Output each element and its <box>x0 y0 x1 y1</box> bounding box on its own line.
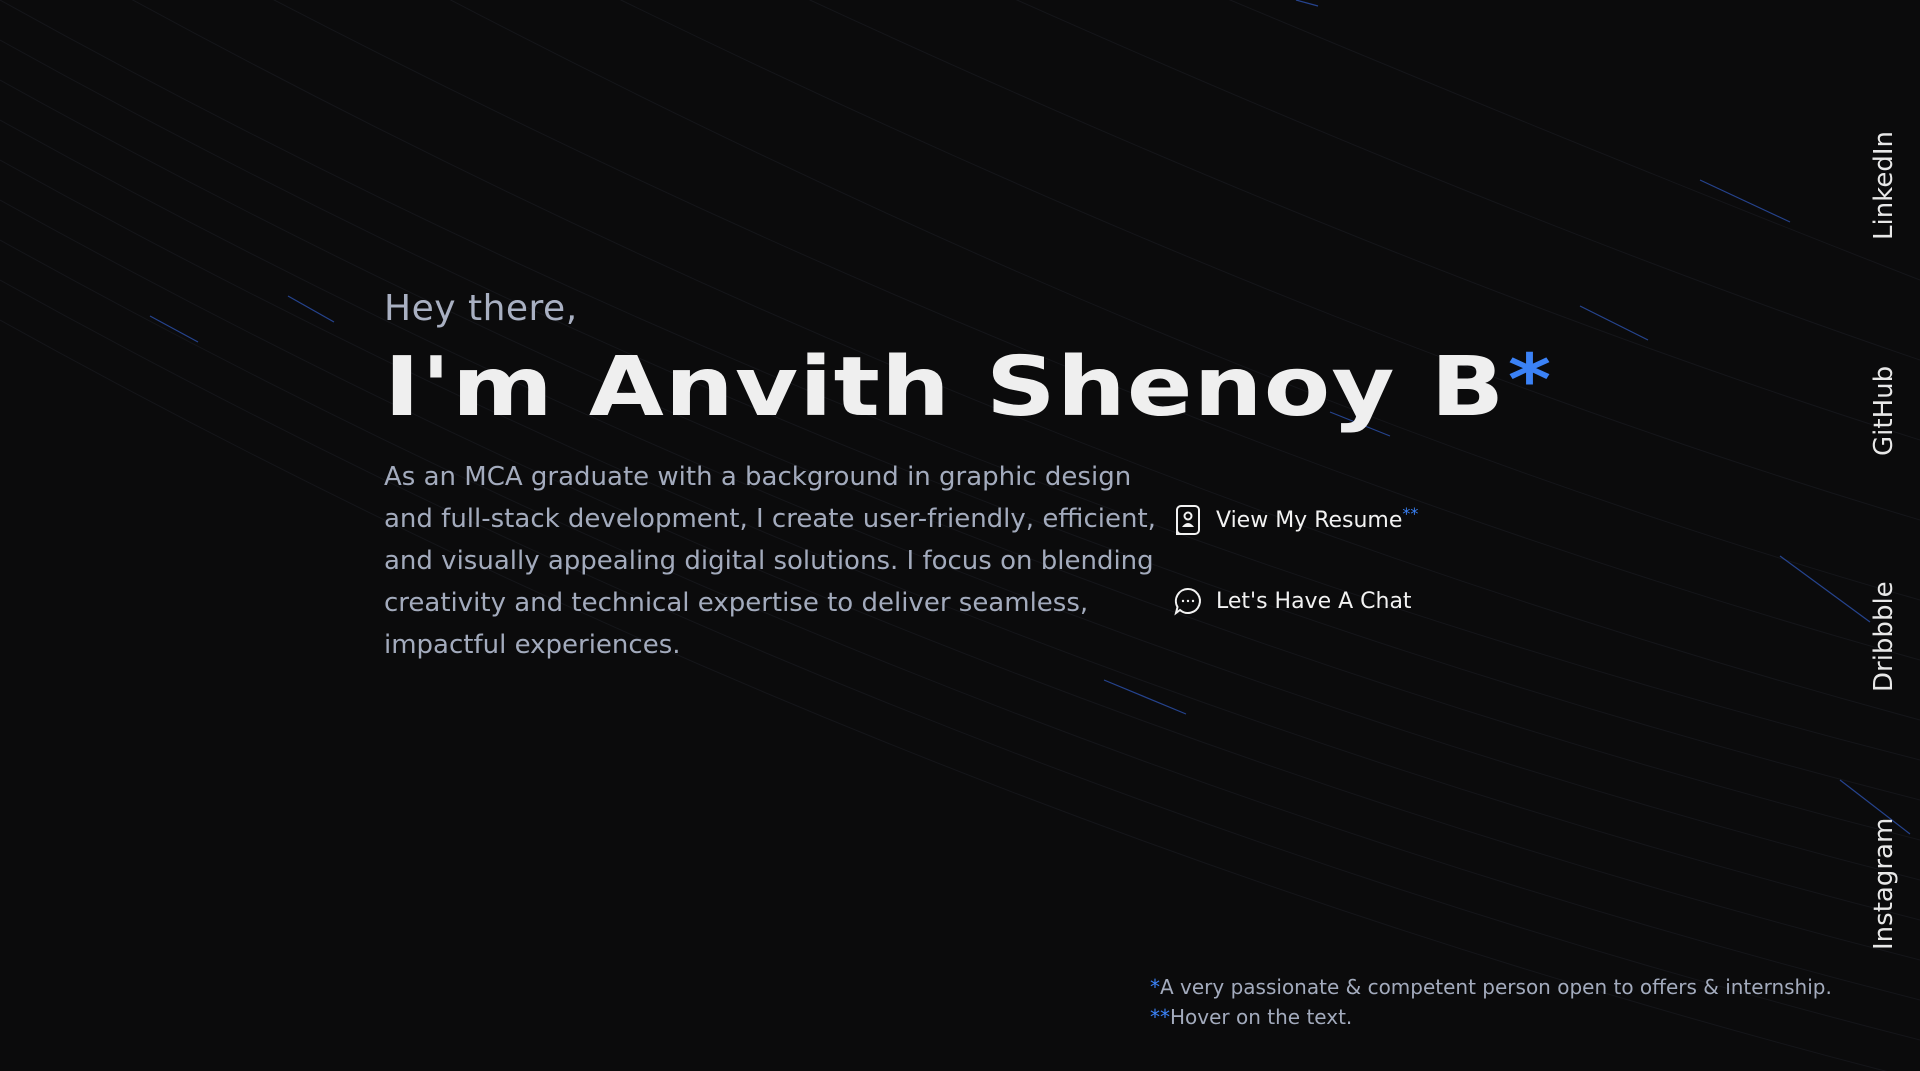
chat-link[interactable]: Let's Have A Chat <box>1172 581 1418 621</box>
hero: Hey there, I'm Anvith Shenoy B* <box>384 284 1551 436</box>
view-resume-text: View My Resume <box>1216 507 1403 533</box>
view-resume-link[interactable]: View My Resume** <box>1172 500 1418 540</box>
view-resume-label: View My Resume** <box>1216 504 1418 533</box>
footnote-2-mark: ** <box>1150 1005 1170 1029</box>
resume-icon <box>1172 504 1204 536</box>
footnotes: *A very passionate & competent person op… <box>1150 972 1832 1032</box>
footnote-2-text: Hover on the text. <box>1170 1005 1353 1029</box>
name-heading: I'm Anvith Shenoy B* <box>384 339 1682 436</box>
github-link[interactable]: GitHub <box>1854 356 1914 456</box>
social-links: LinkedIn GitHub Dribbble Instagram <box>1840 0 1920 1071</box>
dribbble-link[interactable]: Dribbble <box>1854 574 1914 692</box>
linkedin-link[interactable]: LinkedIn <box>1854 120 1914 240</box>
name-text: I'm Anvith Shenoy B <box>384 340 1506 435</box>
action-links: View My Resume** Let's Have A Chat <box>1172 500 1418 621</box>
footnote-2: **Hover on the text. <box>1150 1002 1832 1032</box>
chat-icon <box>1172 585 1204 617</box>
chat-label: Let's Have A Chat <box>1216 588 1412 614</box>
footnote-1-mark: * <box>1150 975 1160 999</box>
footnote-1: *A very passionate & competent person op… <box>1150 972 1832 1002</box>
footnote-1-text: A very passionate & competent person ope… <box>1160 975 1832 999</box>
resume-footnote-mark: ** <box>1402 503 1419 523</box>
name-asterisk: * <box>1507 339 1553 421</box>
greeting: Hey there, <box>384 288 578 329</box>
instagram-link[interactable]: Instagram <box>1854 810 1914 950</box>
bio-paragraph: As an MCA graduate with a background in … <box>384 462 1156 660</box>
